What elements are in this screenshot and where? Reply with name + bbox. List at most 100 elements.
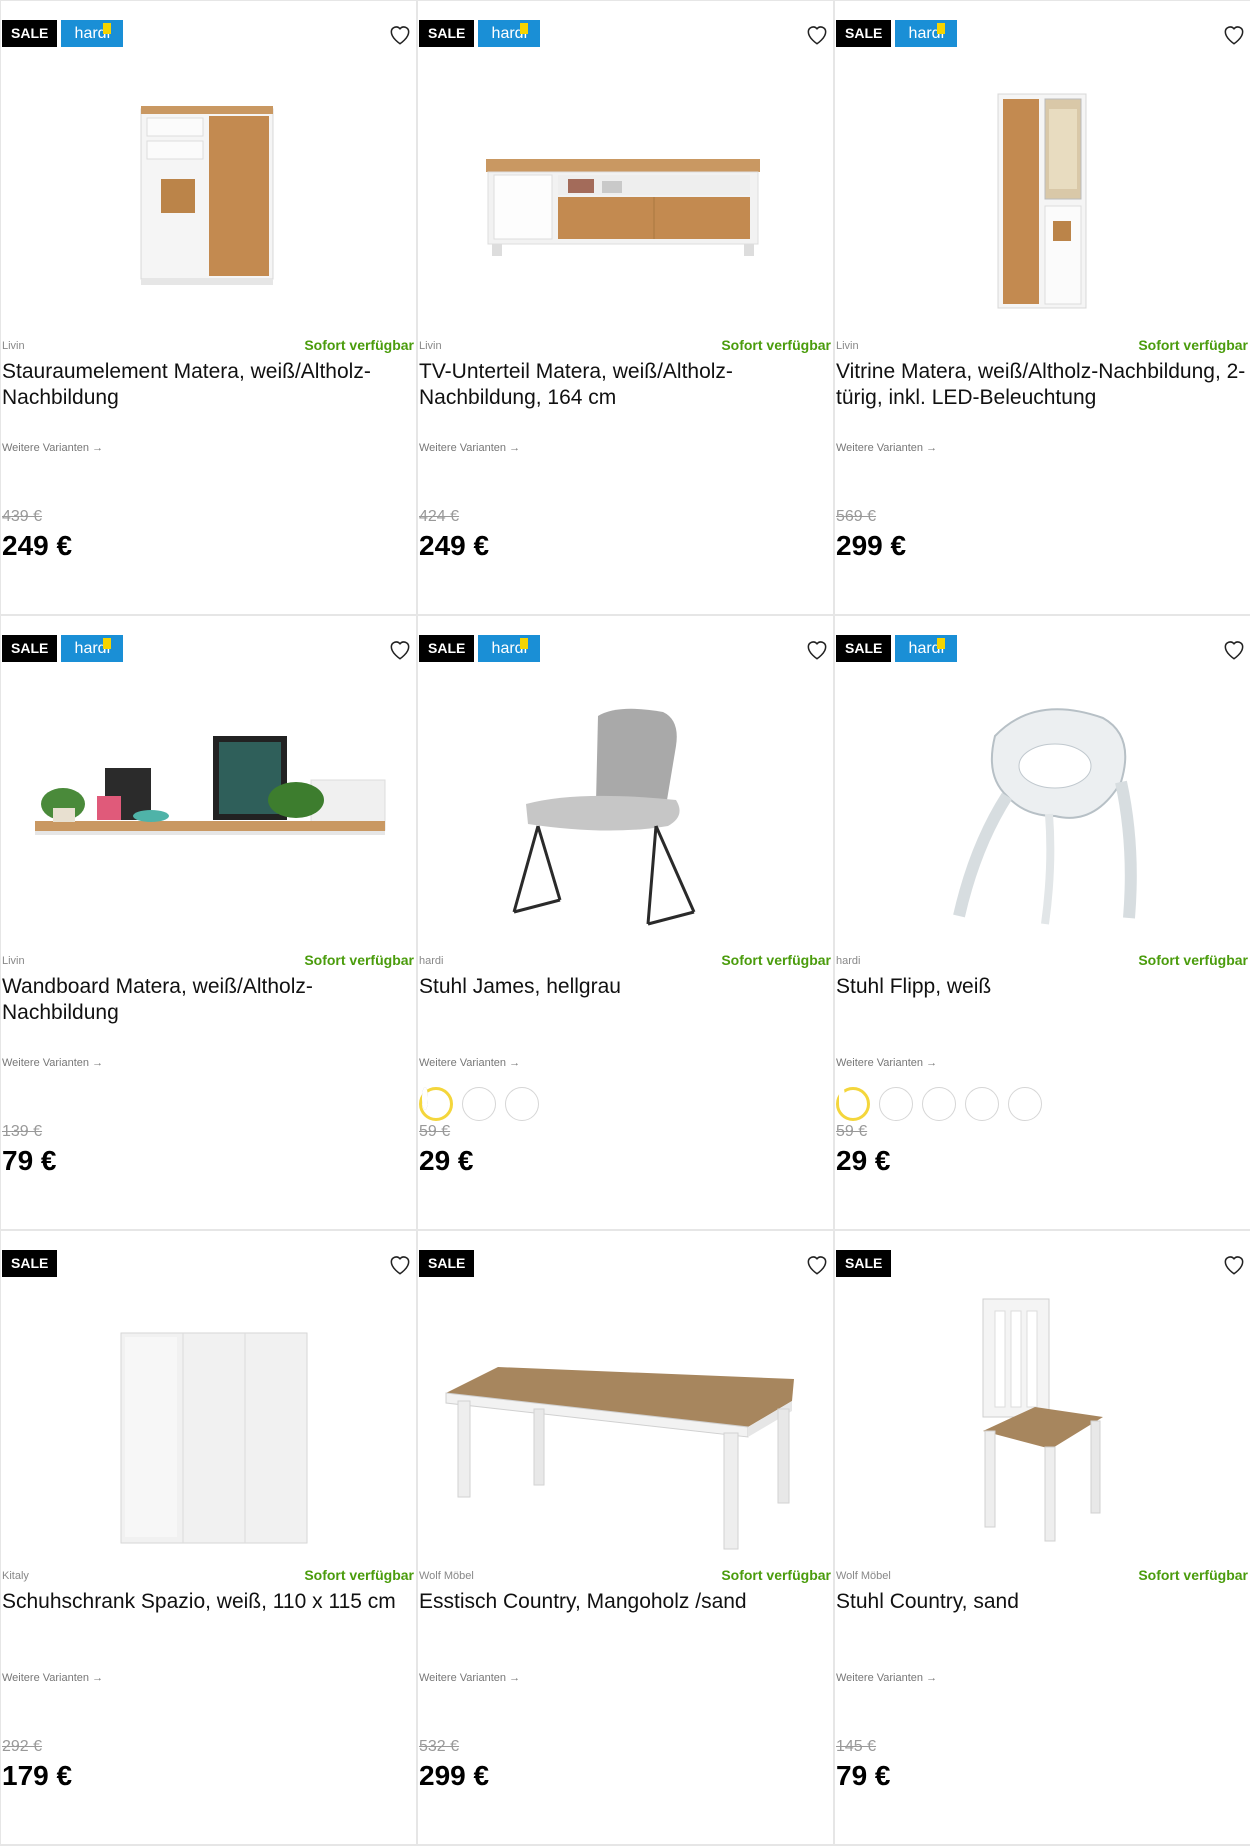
sale-badge: SALE <box>2 635 58 662</box>
heart-icon[interactable] <box>387 636 413 662</box>
product-card[interactable]: SALE hardi Livin Sofort verfügbar Vitrin… <box>835 1 1250 614</box>
heart-icon[interactable] <box>1221 1251 1247 1277</box>
sale-badge: SALE <box>836 20 892 47</box>
color-swatch[interactable] <box>462 1087 496 1121</box>
color-swatch[interactable] <box>419 1087 453 1121</box>
heart-icon[interactable] <box>1221 21 1247 47</box>
brand-label: Wolf Möbel <box>419 1570 474 1582</box>
availability-label: Sofort verfügbar <box>721 1567 831 1583</box>
sale-badge: SALE <box>419 635 475 662</box>
hardi-logo: hardi <box>61 635 124 662</box>
product-card[interactable]: SALE hardi Livin Sofort verfügbar Wandbo… <box>1 616 416 1229</box>
availability-label: Sofort verfügbar <box>721 337 831 353</box>
brand-label: Livin <box>2 340 25 352</box>
product-card[interactable]: SALE Kitaly Sofort verfügbar Schuhschran… <box>1 1231 416 1844</box>
color-swatch[interactable] <box>922 1087 956 1121</box>
availability-label: Sofort verfügbar <box>1138 952 1248 968</box>
brand-label: Livin <box>419 340 442 352</box>
more-variants-link[interactable]: Weitere Varianten → <box>836 1057 937 1069</box>
sale-badge: SALE <box>2 1250 58 1277</box>
price: 299 € <box>836 530 907 561</box>
product-image-chair-country[interactable] <box>835 1291 1250 1551</box>
color-swatch[interactable] <box>505 1087 539 1121</box>
badges: SALE hardi <box>419 20 541 47</box>
sale-badge: SALE <box>836 1250 892 1277</box>
heart-icon[interactable] <box>804 636 830 662</box>
color-swatch[interactable] <box>1008 1087 1042 1121</box>
old-price: 139 € <box>2 1123 43 1140</box>
badges: SALE hardi <box>419 635 541 662</box>
more-variants-link[interactable]: Weitere Varianten → <box>419 1672 520 1684</box>
product-image-vitrine[interactable] <box>835 61 1250 321</box>
sale-badge: SALE <box>2 20 58 47</box>
price: 79 € <box>836 1760 891 1791</box>
product-card[interactable]: SALE hardi hardi Sofort verfügbar Stuhl … <box>835 616 1250 1229</box>
brand-label: Livin <box>2 955 25 967</box>
badges: SALE hardi <box>836 20 958 47</box>
more-variants-link[interactable]: Weitere Varianten → <box>419 1057 520 1069</box>
heart-icon[interactable] <box>1221 636 1247 662</box>
old-price: 59 € <box>419 1123 451 1140</box>
color-swatch[interactable] <box>965 1087 999 1121</box>
heart-icon[interactable] <box>804 21 830 47</box>
price: 299 € <box>419 1760 490 1791</box>
product-title[interactable]: Wandboard Matera, weiß/Altholz-Nachbildu… <box>2 974 412 1026</box>
availability-label: Sofort verfügbar <box>304 337 414 353</box>
heart-icon[interactable] <box>387 1251 413 1277</box>
product-title[interactable]: Esstisch Country, Mangoholz /sand <box>419 1589 829 1615</box>
heart-icon[interactable] <box>387 21 413 47</box>
old-price: 439 € <box>2 508 43 525</box>
price: 29 € <box>836 1145 891 1176</box>
product-image-chair-james[interactable] <box>418 676 833 936</box>
old-price: 145 € <box>836 1738 877 1755</box>
price: 79 € <box>2 1145 57 1176</box>
badges: SALE hardi <box>2 635 124 662</box>
hardi-logo: hardi <box>478 20 541 47</box>
product-card[interactable]: SALE Wolf Möbel Sofort verfügbar Esstisc… <box>418 1231 833 1844</box>
sale-badge: SALE <box>419 20 475 47</box>
old-price: 59 € <box>836 1123 868 1140</box>
old-price: 292 € <box>2 1738 43 1755</box>
heart-icon[interactable] <box>804 1251 830 1277</box>
more-variants-link[interactable]: Weitere Varianten → <box>836 442 937 454</box>
brand-label: Kitaly <box>2 1570 29 1582</box>
color-swatch[interactable] <box>836 1087 870 1121</box>
brand-label: Livin <box>836 340 859 352</box>
sale-badge: SALE <box>836 635 892 662</box>
product-title[interactable]: Stuhl Country, sand <box>836 1589 1246 1615</box>
brand-label: hardi <box>836 955 861 967</box>
product-title[interactable]: Schuhschrank Spazio, weiß, 110 x 115 cm <box>2 1589 412 1615</box>
product-image-shoe-cabinet[interactable] <box>1 1291 416 1551</box>
color-swatch[interactable] <box>879 1087 913 1121</box>
product-title[interactable]: Stuhl James, hellgrau <box>419 974 829 1000</box>
more-variants-link[interactable]: Weitere Varianten → <box>836 1672 937 1684</box>
product-image-dining-table[interactable] <box>418 1291 833 1551</box>
availability-label: Sofort verfügbar <box>1138 1567 1248 1583</box>
more-variants-link[interactable]: Weitere Varianten → <box>2 1057 103 1069</box>
product-card[interactable]: SALE hardi Livin Sofort verfügbar TV-Unt… <box>418 1 833 614</box>
more-variants-link[interactable]: Weitere Varianten → <box>2 1672 103 1684</box>
product-title[interactable]: Stauraumelement Matera, weiß/Altholz-Nac… <box>2 359 412 411</box>
product-image-chair-flipp[interactable] <box>835 676 1250 936</box>
product-image-highboard[interactable] <box>1 61 416 321</box>
product-image-wall-shelf[interactable] <box>1 676 416 936</box>
badges: SALE hardi <box>2 20 124 47</box>
product-title[interactable]: Stuhl Flipp, weiß <box>836 974 1246 1000</box>
product-card[interactable]: SALE hardi Livin Sofort verfügbar Staura… <box>1 1 416 614</box>
availability-label: Sofort verfügbar <box>304 952 414 968</box>
product-title[interactable]: Vitrine Matera, weiß/Altholz-Nachbildung… <box>836 359 1246 411</box>
product-title[interactable]: TV-Unterteil Matera, weiß/Altholz-Nachbi… <box>419 359 829 411</box>
color-swatches <box>419 1087 539 1121</box>
price: 249 € <box>419 530 490 561</box>
product-card[interactable]: SALE Wolf Möbel Sofort verfügbar Stuhl C… <box>835 1231 1250 1844</box>
product-card[interactable]: SALE hardi hardi Sofort verfügbar Stuhl … <box>418 616 833 1229</box>
sale-badge: SALE <box>419 1250 475 1277</box>
price: 29 € <box>419 1145 474 1176</box>
old-price: 569 € <box>836 508 877 525</box>
more-variants-link[interactable]: Weitere Varianten → <box>2 442 103 454</box>
old-price: 424 € <box>419 508 460 525</box>
badges: SALE hardi <box>836 635 958 662</box>
product-image-tv-unit[interactable] <box>418 61 833 321</box>
price: 179 € <box>2 1760 73 1791</box>
more-variants-link[interactable]: Weitere Varianten → <box>419 442 520 454</box>
